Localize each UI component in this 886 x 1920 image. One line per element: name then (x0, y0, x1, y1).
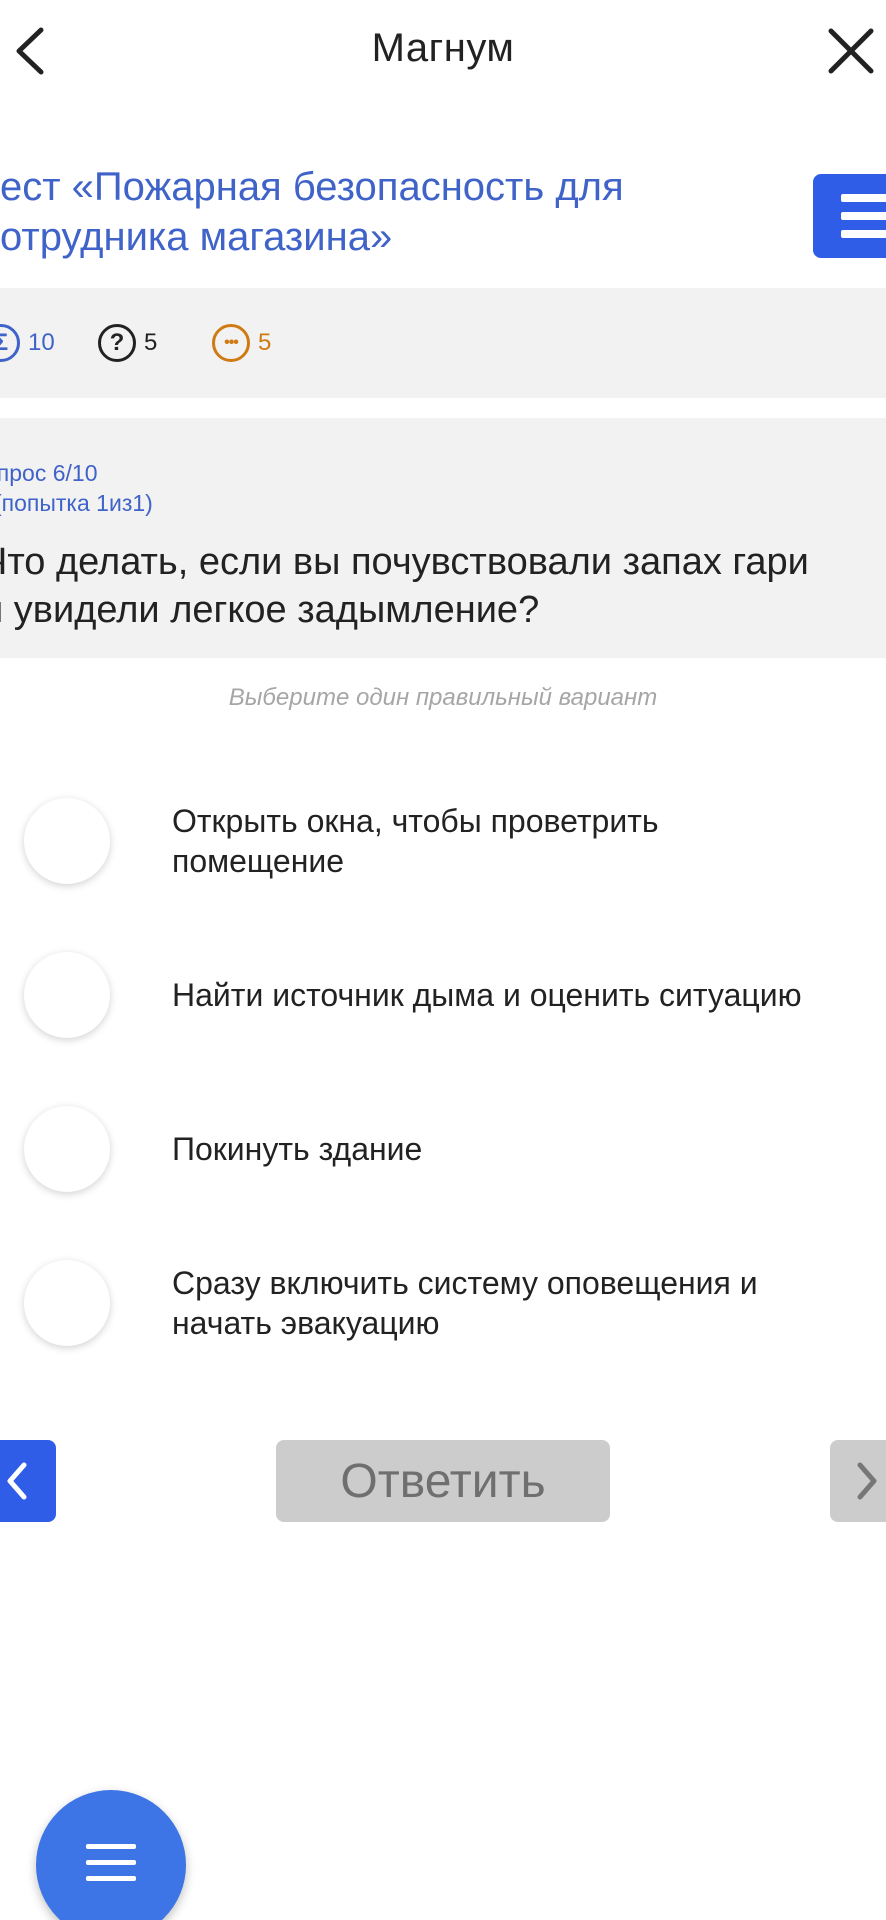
chevron-right-icon (857, 1462, 877, 1500)
answer-option-label: Найти источник дыма и оценить ситуацию (172, 977, 802, 1013)
stats-bar: Σ 10 ? 5 ••• 5 (0, 288, 886, 398)
close-icon (828, 28, 874, 74)
next-question-button[interactable] (830, 1440, 886, 1522)
app-bar: Магнум (0, 0, 886, 100)
stat-questions-value: 5 (144, 329, 158, 356)
stat-total: Σ 10 (0, 322, 55, 364)
stat-pending: ••• 5 (212, 322, 271, 364)
test-menu-button[interactable] (813, 174, 886, 258)
answer-hint: Выберите один правильный вариант (228, 684, 658, 711)
question-text: Что делать, если вы почувствовали запах … (0, 541, 809, 631)
close-button[interactable] (816, 18, 886, 84)
radio-button[interactable] (24, 1106, 110, 1192)
stat-total-value: 10 (28, 329, 55, 356)
radio-button[interactable] (24, 952, 110, 1038)
answer-option-1[interactable]: Открыть окна, чтобы проветрить помещение (0, 781, 886, 901)
answer-option-4[interactable]: Сразу включить систему оповещения и нача… (0, 1243, 886, 1363)
question-card: опрос 6/10 (попытка 1из1) Что делать, ес… (0, 418, 886, 658)
radio-button[interactable] (24, 1260, 110, 1346)
quiz-screen: Магнум ест «Пожарная безопасность для от… (0, 0, 886, 1920)
test-title: ест «Пожарная безопасность для отрудника… (0, 165, 624, 259)
answer-option-2[interactable]: Найти источник дыма и оценить ситуацию (0, 935, 886, 1055)
question-number: опрос 6/10 (0, 460, 98, 486)
answer-option-label: Покинуть здание (172, 1131, 423, 1167)
question-attempt: (попытка 1из1) (0, 490, 153, 516)
radio-button[interactable] (24, 798, 110, 884)
more-dots-icon: ••• (212, 324, 250, 362)
question-mark-icon: ? (98, 324, 136, 362)
hamburger-menu-icon (86, 1844, 136, 1892)
sigma-icon: Σ (0, 324, 20, 362)
app-title: Магнум (371, 26, 515, 70)
answer-option-3[interactable]: Покинуть здание (0, 1089, 886, 1209)
answer-option-label: Открыть окна, чтобы проветрить помещение (172, 803, 659, 879)
stat-pending-value: 5 (258, 329, 272, 356)
submit-answer-button[interactable]: Ответить (276, 1440, 610, 1522)
hamburger-menu-icon (841, 194, 886, 248)
answer-option-label: Сразу включить систему оповещения и нача… (172, 1265, 758, 1341)
floating-menu-button[interactable] (36, 1790, 186, 1920)
stat-questions: ? 5 (98, 322, 157, 364)
chevron-left-icon (7, 1462, 27, 1500)
previous-question-button[interactable] (0, 1440, 56, 1522)
